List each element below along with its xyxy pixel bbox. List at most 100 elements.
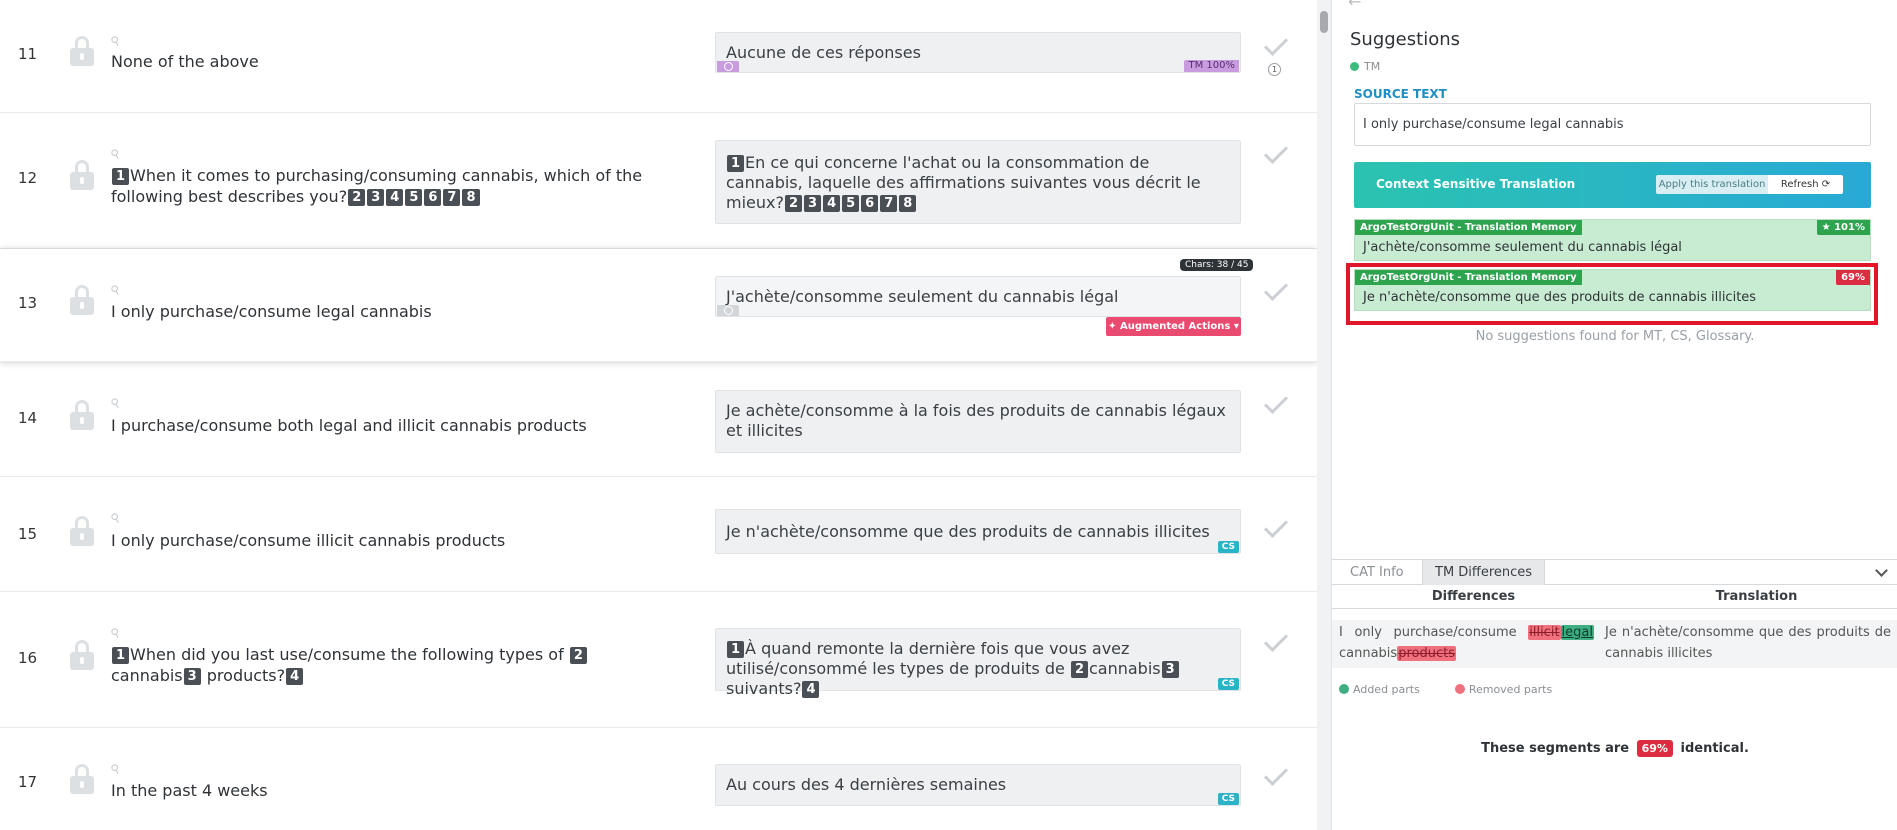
augmented-actions-button[interactable]: ✦ Augmented Actions ▾ bbox=[1106, 317, 1241, 336]
tag-4: 4 bbox=[802, 681, 820, 698]
tag-5: 5 bbox=[842, 195, 860, 212]
confirm-check-icon[interactable] bbox=[1263, 627, 1289, 653]
segment-number: 14 bbox=[18, 409, 38, 427]
target-field[interactable]: Je achète/consomme à la fois des produit… bbox=[715, 390, 1241, 453]
tab-cat-info[interactable]: CAT Info bbox=[1338, 560, 1416, 585]
tag-2: 2 bbox=[784, 195, 803, 212]
target-field[interactable]: 1À quand remonte la dernière fois que vo… bbox=[715, 628, 1241, 698]
apply-translation-button[interactable]: Apply this translation bbox=[1656, 175, 1768, 194]
confirm-check-icon[interactable] bbox=[1263, 31, 1289, 57]
removed-part: products bbox=[1397, 646, 1456, 661]
tag-2: 2 bbox=[569, 647, 587, 664]
translation-header: Translation bbox=[1715, 589, 1798, 604]
confirm-check-icon[interactable] bbox=[1263, 513, 1289, 539]
segment-number: 13 bbox=[18, 294, 38, 312]
tag-3: 3 bbox=[183, 668, 201, 685]
tm-match-badge: TM 100% bbox=[1184, 60, 1239, 72]
lock-icon[interactable] bbox=[70, 640, 94, 670]
char-counter: Chars: 38 / 45 bbox=[1180, 259, 1254, 271]
lock-icon[interactable] bbox=[70, 764, 94, 794]
segment-row-16[interactable]: 16 ⚲ 1 When did you last use/consume the … bbox=[0, 592, 1317, 728]
tag-7: 7 bbox=[880, 195, 898, 212]
segment-number: 17 bbox=[18, 773, 38, 791]
identical-percent-badge: 69% bbox=[1636, 740, 1673, 757]
back-arrow-icon[interactable]: ← bbox=[1348, 0, 1361, 11]
target-field[interactable]: 1 En ce qui concerne l'achat ou la consom… bbox=[715, 140, 1241, 224]
key-icon: ⚲ bbox=[108, 394, 123, 412]
editor-scrollbar[interactable] bbox=[1317, 0, 1331, 830]
diff-table-header: Differences Translation bbox=[1332, 585, 1897, 609]
key-icon: ⚲ bbox=[108, 32, 123, 50]
segment-number: 15 bbox=[18, 525, 38, 543]
target-text: J'achète/consomme seulement du cannabis … bbox=[726, 287, 1119, 306]
tab-tm-differences[interactable]: TM Differences bbox=[1422, 560, 1546, 585]
refresh-icon: ⟳ bbox=[1821, 179, 1831, 190]
tag-6: 6 bbox=[861, 195, 879, 212]
chevron-down-icon[interactable] bbox=[1875, 564, 1888, 577]
cs-badge: CS bbox=[1217, 678, 1239, 690]
refresh-button[interactable]: Refresh ⟳ bbox=[1768, 175, 1843, 194]
lock-icon[interactable] bbox=[70, 285, 94, 315]
tag-1: 1 bbox=[727, 155, 745, 172]
segment-row-14[interactable]: 14 ⚲ I purchase/consume both legal and i… bbox=[0, 362, 1317, 477]
context-sensitive-translation-bar: Context Sensitive Translation Apply this… bbox=[1354, 162, 1871, 208]
segment-row-15[interactable]: 15 ⚲ I only purchase/consume illicit can… bbox=[0, 477, 1317, 592]
match-percent-badge: ★ 101% bbox=[1816, 220, 1870, 235]
target-field[interactable]: Je n'achète/consomme que des produits de… bbox=[715, 509, 1241, 554]
cs-badge: CS bbox=[1217, 793, 1239, 805]
target-text: Je achète/consomme à la fois des produit… bbox=[726, 401, 1226, 440]
cst-label: Context Sensitive Translation bbox=[1376, 177, 1576, 191]
tm-dot-icon bbox=[1350, 62, 1359, 71]
tag-4: 4 bbox=[823, 195, 841, 212]
bottom-tabs: CAT Info TM Differences bbox=[1332, 559, 1897, 585]
tag-4: 4 bbox=[386, 189, 404, 206]
lock-icon[interactable] bbox=[70, 516, 94, 546]
key-icon: ⚲ bbox=[108, 281, 123, 299]
tm-suggestion-1[interactable]: ArgoTestOrgUnit - Translation Memory ★ 1… bbox=[1354, 219, 1871, 261]
lock-icon[interactable] bbox=[70, 160, 94, 190]
tag-1: 1 bbox=[112, 647, 130, 664]
history-icon bbox=[717, 61, 739, 72]
target-text: Je n'achète/consomme que des produits de… bbox=[726, 522, 1210, 541]
tag-8: 8 bbox=[462, 189, 480, 206]
tag-1: 1 bbox=[112, 168, 130, 185]
segment-number: 12 bbox=[18, 169, 38, 187]
revision-icon[interactable]: 1 bbox=[1268, 63, 1281, 76]
confirm-check-icon[interactable] bbox=[1263, 389, 1289, 415]
tm-suggestion-text: J'achète/consomme seulement du cannabis … bbox=[1363, 240, 1682, 255]
segment-number: 11 bbox=[18, 45, 38, 63]
segment-row-17[interactable]: 17 ⚲ In the past 4 weeks Au cours des 4 … bbox=[0, 728, 1317, 830]
source-text: I only purchase/consume legal cannabis bbox=[111, 302, 432, 321]
segment-row-13[interactable]: 13 ⚲ I only purchase/consume legal canna… bbox=[0, 249, 1317, 362]
source-text: 1 When it comes to purchasing/consuming c… bbox=[111, 166, 643, 206]
source-text: I only purchase/consume illicit cannabis… bbox=[111, 531, 506, 550]
diff-legend: Added parts Removed parts bbox=[1339, 683, 1552, 696]
confirm-check-icon[interactable] bbox=[1263, 139, 1289, 165]
confirm-check-icon[interactable] bbox=[1263, 276, 1289, 302]
scroll-thumb[interactable] bbox=[1320, 11, 1328, 33]
source-text-box: I only purchase/consume legal cannabis bbox=[1354, 103, 1871, 146]
target-text: Aucune de ces réponses bbox=[726, 43, 921, 62]
tm-legend: TM bbox=[1350, 60, 1380, 73]
tag-2: 2 bbox=[1070, 661, 1088, 678]
key-icon: ⚲ bbox=[108, 760, 123, 778]
lock-icon[interactable] bbox=[70, 400, 94, 430]
history-icon bbox=[717, 305, 739, 316]
confirm-check-icon[interactable] bbox=[1263, 761, 1289, 787]
key-icon: ⚲ bbox=[108, 624, 123, 642]
segment-number: 16 bbox=[18, 649, 38, 667]
tag-4: 4 bbox=[286, 668, 304, 685]
target-field[interactable]: Au cours des 4 dernières semaines CS bbox=[715, 764, 1241, 806]
removed-dot-icon bbox=[1454, 684, 1465, 694]
highlight-box bbox=[1346, 263, 1878, 325]
tag-2: 2 bbox=[348, 189, 366, 206]
target-field[interactable]: Aucune de ces réponses TM 100% bbox=[715, 32, 1241, 73]
source-text-label: SOURCE TEXT bbox=[1354, 87, 1447, 101]
tag-8: 8 bbox=[899, 195, 917, 212]
target-field[interactable]: J'achète/consomme seulement du cannabis … bbox=[715, 276, 1241, 317]
source-text: 1 When did you last use/consume the follo… bbox=[111, 644, 651, 686]
segment-row-11[interactable]: 11 ⚲ None of the above Aucune de ces rép… bbox=[0, 0, 1317, 113]
target-text: À quand remonte la dernière fois que vou… bbox=[726, 639, 1130, 678]
lock-icon[interactable] bbox=[70, 36, 94, 66]
segment-row-12[interactable]: 12 ⚲ 1 When it comes to purchasing/consum… bbox=[0, 113, 1317, 249]
